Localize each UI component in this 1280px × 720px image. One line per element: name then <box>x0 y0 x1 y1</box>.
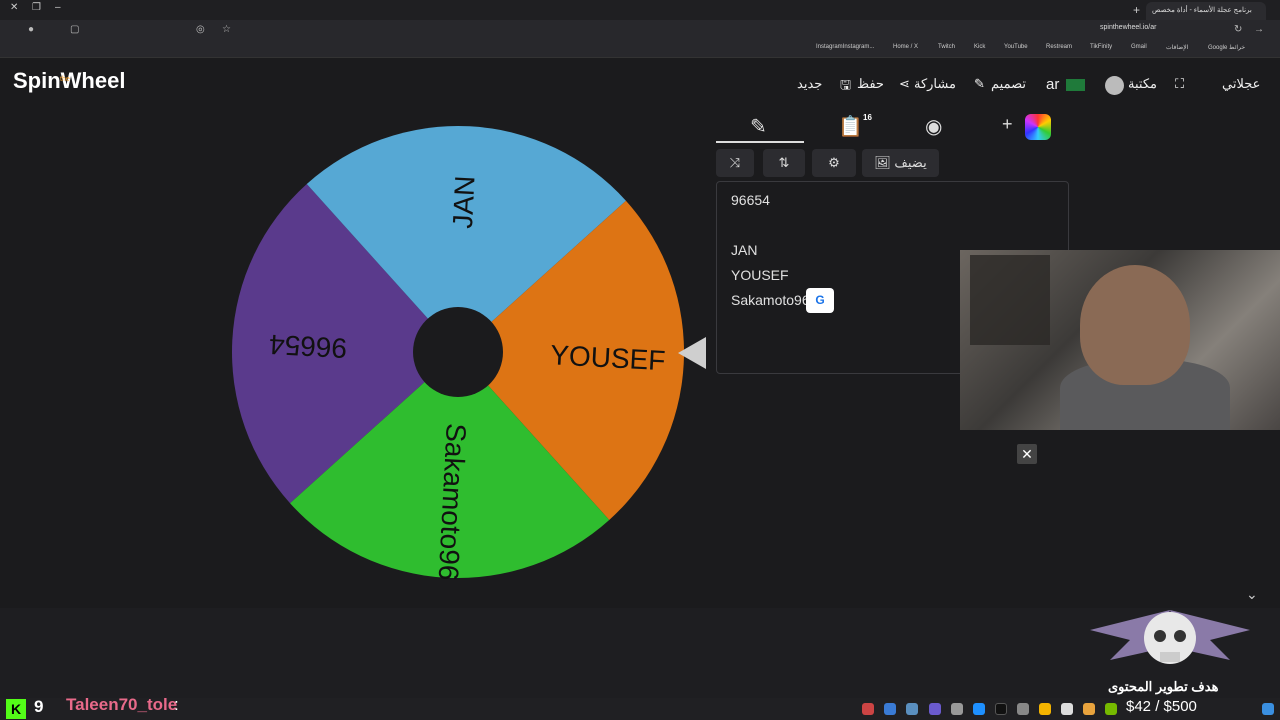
my-wheels-button[interactable]: عجلاتي <box>1222 76 1260 92</box>
new-button[interactable]: جديد <box>797 76 822 92</box>
hide-eye-icon[interactable]: ◉ <box>925 114 942 139</box>
minimize-window-icon[interactable]: – <box>55 2 61 13</box>
reload-icon[interactable]: ↻ <box>1234 24 1242 35</box>
taskbar-app-icon[interactable] <box>862 703 874 715</box>
address-bar-container <box>0 20 1280 42</box>
active-tab-indicator <box>716 141 804 143</box>
bookmarks-bar <box>0 42 1280 58</box>
pencil-icon[interactable]: ✎ <box>974 76 985 92</box>
language-button[interactable]: ar <box>1046 76 1059 93</box>
color-palette-button[interactable] <box>1025 114 1051 140</box>
shuffle-icon: ⤨ <box>729 155 741 170</box>
add-image-label: يضيف <box>894 155 927 170</box>
taskbar-app-icon[interactable] <box>951 703 963 715</box>
share-button[interactable]: مشاركة <box>914 76 956 92</box>
webcam-person-head <box>1080 265 1190 385</box>
taskbar-app-icon[interactable] <box>1105 703 1117 715</box>
taskbar-app-icon[interactable] <box>995 703 1007 715</box>
gear-icon: ⚙ <box>828 155 840 170</box>
taskbar-app-icon[interactable] <box>1061 703 1073 715</box>
back-icon[interactable]: → <box>1254 24 1264 35</box>
entries-count-badge: 16 <box>863 113 872 122</box>
spin-wheel[interactable]: 96654JANYOUSEFSakamoto96 <box>226 120 690 584</box>
wheel-hub[interactable] <box>413 307 503 397</box>
entry-line: Sakamoto96 <box>731 292 810 308</box>
wheel-segment-label: 96654 <box>268 329 347 364</box>
bookmark[interactable]: Home / X <box>893 44 918 50</box>
browser-tab[interactable]: برنامج عجلة الأسماء - أداة مخصص <box>1146 2 1266 20</box>
taskbar-app-icon[interactable] <box>973 703 985 715</box>
bookmark[interactable]: Twitch <box>938 44 955 50</box>
saudi-flag-icon <box>1066 79 1085 91</box>
address-field[interactable]: spinthewheel.io/ar <box>1100 24 1220 38</box>
wheel-segment-label: JAN <box>447 175 481 229</box>
logo-small: the <box>60 76 70 83</box>
sort-button[interactable]: ⇅ <box>763 149 805 177</box>
google-translate-icon[interactable]: G <box>806 288 834 313</box>
design-button[interactable]: تصميم <box>991 76 1026 92</box>
bookmark[interactable]: YouTube <box>1004 44 1028 50</box>
edit-tab-pencil-icon[interactable]: ✎ <box>750 114 767 139</box>
entry-line: 96654 <box>731 192 770 208</box>
close-icon[interactable]: ✕ <box>1017 444 1037 464</box>
extension-icon[interactable]: ▢ <box>70 24 79 35</box>
entries-clipboard-icon[interactable]: 📋 <box>838 114 863 139</box>
bookmark[interactable]: InstagramInstagram... <box>816 44 874 50</box>
wheel-segment-label: YOUSEF <box>550 339 667 376</box>
entry-line: YOUSEF <box>731 267 789 283</box>
image-icon: 🖼 <box>874 155 891 170</box>
share-icon[interactable]: ⋖ <box>899 76 910 92</box>
add-image-button[interactable]: 🖼 يضيف <box>862 149 939 177</box>
kick-logo-icon: K <box>6 699 26 719</box>
taskbar-app-icon[interactable] <box>884 703 896 715</box>
sort-icon: ⇅ <box>778 155 790 170</box>
library-icon[interactable] <box>1105 76 1124 95</box>
star-icon[interactable]: ☆ <box>222 24 231 35</box>
bat-skull-logo <box>1090 610 1250 664</box>
settings-button[interactable]: ⚙ <box>812 149 856 177</box>
fullscreen-icon[interactable]: ⛶ <box>1175 76 1184 92</box>
windows-start-icon[interactable] <box>1262 703 1274 715</box>
taskbar-app-icon[interactable] <box>1039 703 1051 715</box>
save-button[interactable]: حفظ <box>857 76 884 92</box>
extensions-icon[interactable]: ● <box>28 24 34 35</box>
taskbar-app-icon[interactable] <box>906 703 918 715</box>
wheel-pointer <box>678 337 706 369</box>
browser-tab-bar <box>0 0 1280 20</box>
chat-separator: : <box>174 695 179 714</box>
add-plus-icon[interactable]: + <box>1002 114 1013 135</box>
extension-icon[interactable]: ◎ <box>196 24 205 35</box>
goal-amount: $42 / $500 <box>1126 698 1197 715</box>
bookmark[interactable]: Restream <box>1046 44 1072 50</box>
new-tab-button[interactable]: + <box>1133 3 1140 17</box>
bookmark[interactable]: Gmail <box>1131 44 1147 50</box>
entry-line: JAN <box>731 242 758 258</box>
tab-title: برنامج عجلة الأسماء - أداة مخصص <box>1152 7 1252 14</box>
shuffle-button[interactable]: ⤨ <box>716 149 754 177</box>
webcam-poster <box>970 255 1050 345</box>
taskbar-app-icon[interactable] <box>929 703 941 715</box>
library-button[interactable]: مكتبة <box>1128 76 1157 92</box>
taskbar-app-icon[interactable] <box>1083 703 1095 715</box>
close-window-icon[interactable]: ✕ <box>10 2 18 13</box>
viewer-count: 9 <box>34 697 44 716</box>
bookmark[interactable]: Google خرائط <box>1208 44 1245 51</box>
chat-username: Taleen70_tole <box>66 695 178 714</box>
restore-window-icon[interactable]: ❐ <box>32 2 41 13</box>
goal-label: هدف تطوير المحتوى <box>1108 679 1219 694</box>
save-icon[interactable]: 🖫 <box>840 76 851 98</box>
bookmark[interactable]: TikFinity <box>1090 44 1112 50</box>
bookmark[interactable]: Kick <box>974 44 985 50</box>
bookmark[interactable]: الإضافات <box>1166 44 1188 51</box>
taskbar-app-icon[interactable] <box>1017 703 1029 715</box>
